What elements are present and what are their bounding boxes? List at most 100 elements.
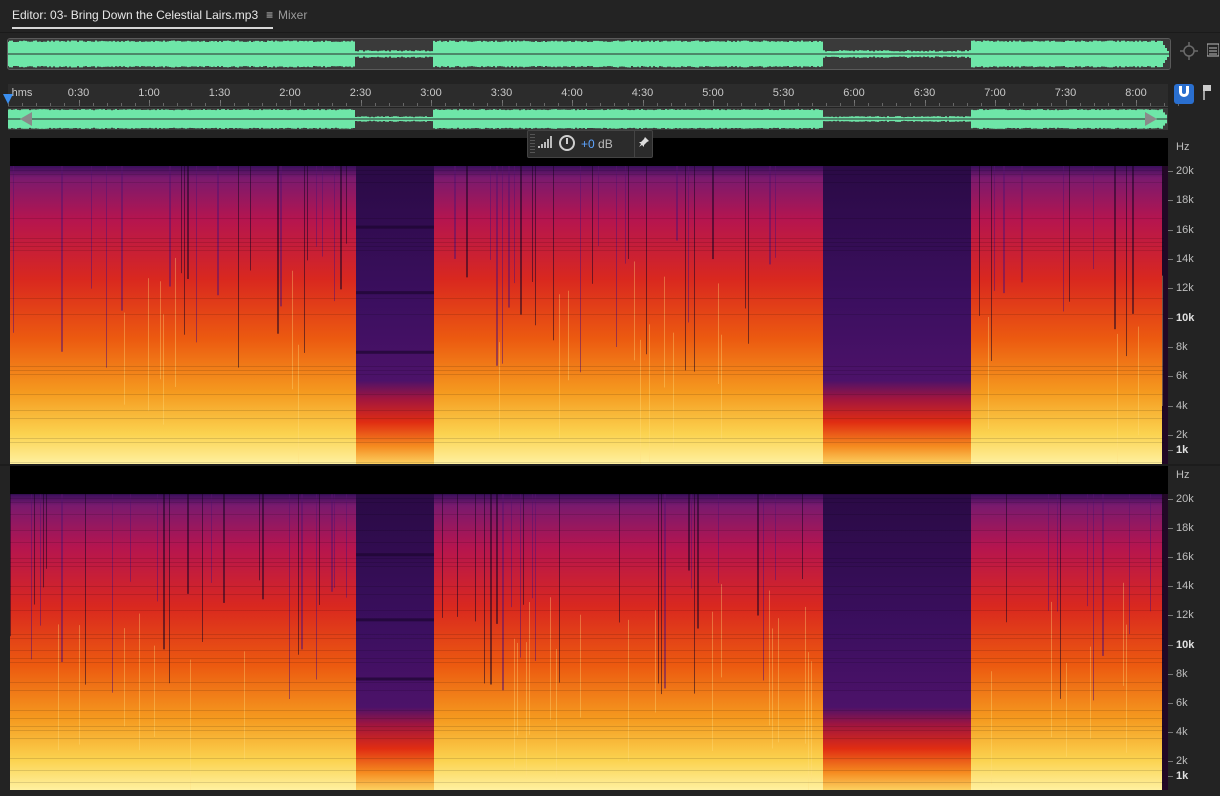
time-minor-tick: [642, 103, 644, 106]
time-minor-tick: [106, 103, 108, 106]
pin-icon[interactable]: [634, 131, 653, 157]
time-minor-tick: [713, 103, 714, 106]
spectrogram-streak: [196, 166, 197, 343]
tab-mixer[interactable]: Mixer: [278, 8, 307, 22]
overview-waveform[interactable]: [7, 38, 1171, 70]
spectrogram-highlight: [991, 671, 992, 784]
spectrogram-noise-line: [10, 634, 1164, 635]
spectrogram-streak: [85, 494, 86, 685]
time-tick-label: 1:00: [138, 87, 160, 99]
panel-menu-icon[interactable]: ≡: [266, 8, 273, 22]
time-tick-label: 7:00: [984, 87, 1006, 99]
spectrogram-streak: [502, 166, 503, 364]
frequency-tick-label: 18k: [1176, 522, 1194, 535]
time-minor-tick: [515, 103, 517, 106]
frequency-tick: [1168, 171, 1173, 172]
spectrogram-noise-line: [10, 442, 1164, 443]
time-minor-tick: [543, 103, 545, 106]
time-minor-tick: [727, 103, 729, 106]
time-minor-tick: [910, 103, 912, 106]
frequency-tick: [1168, 288, 1173, 290]
time-tick-label: 8:00: [1125, 87, 1147, 99]
spectrogram-noise-line: [10, 366, 1164, 367]
spectrogram-streak: [211, 494, 212, 583]
gain-knob-icon[interactable]: [559, 135, 575, 151]
spectrogram-streak: [580, 166, 581, 373]
frequency-tick: [1168, 499, 1173, 500]
spectrogram-noise-line: [10, 370, 1164, 371]
zoom-left-handle[interactable]: [20, 112, 32, 126]
frequency-unit-label: Hz: [1176, 141, 1190, 153]
spectrogram-streak: [277, 166, 279, 334]
spectrogram-channel-right[interactable]: [10, 466, 1168, 790]
spectrogram-streak: [13, 166, 14, 333]
time-minor-tick: [402, 103, 404, 106]
frequency-tick-label: 12k: [1176, 609, 1194, 622]
spectrogram-streak: [10, 494, 11, 637]
gain-unit: dB: [594, 137, 613, 151]
target-icon[interactable]: [1178, 42, 1200, 64]
gain-hud[interactable]: +0 dB: [527, 130, 653, 158]
spectrogram-highlight: [163, 314, 164, 425]
spectrogram-streak: [61, 494, 63, 663]
frequency-tick: [1168, 450, 1173, 451]
spectrogram-highlight: [778, 618, 779, 743]
time-minor-tick: [473, 103, 475, 106]
time-minor-tick: [684, 103, 686, 106]
spectrogram-artifact-line: [356, 291, 434, 295]
spectrogram-highlight: [244, 651, 245, 760]
spectrogram-streak: [559, 494, 560, 683]
navigator-waveform-graphic: [8, 108, 1168, 130]
spectrogram-highlight: [499, 342, 500, 440]
frequency-tick: [1168, 200, 1173, 202]
spectrogram-artifact-line: [356, 350, 434, 354]
zoom-right-handle[interactable]: [1145, 112, 1157, 126]
time-minor-tick: [938, 103, 940, 106]
time-minor-tick: [388, 103, 390, 106]
time-ruler[interactable]: hms 0:30 1:00 1:30 2:00 2:30 3:00 3:30 4:00 4:30…: [8, 84, 1180, 107]
zoom-navigator[interactable]: [8, 108, 1168, 130]
frequency-axis-left: Hz 20k 18k 16k 14k 12k 10k 8k 6k 4k 2k 1k: [1168, 138, 1220, 464]
gain-readout[interactable]: +0 dB: [581, 137, 613, 151]
spectrogram-noise-line: [10, 726, 1164, 727]
spectrogram-streak: [1114, 166, 1116, 330]
spectrogram-streak: [991, 166, 992, 361]
time-minor-tick: [924, 103, 926, 106]
spectrogram-streak: [532, 166, 533, 282]
spectrogram-channel-left[interactable]: [10, 138, 1168, 464]
spectrogram-noise-line: [10, 770, 1164, 771]
spectrogram-streak: [46, 494, 47, 569]
time-minor-tick: [22, 103, 24, 106]
time-tick-label: 6:00: [843, 87, 865, 99]
playhead-marker[interactable]: [3, 94, 13, 104]
time-minor-tick: [191, 103, 193, 106]
hud-drag-grip[interactable]: [530, 134, 535, 154]
marker-pin-icon[interactable]: [1199, 84, 1215, 104]
spectrogram-streak: [1060, 494, 1061, 699]
time-minor-tick: [1164, 103, 1166, 106]
snap-magnet-icon[interactable]: [1174, 84, 1194, 104]
time-minor-tick: [698, 103, 700, 106]
time-minor-tick: [1121, 103, 1123, 106]
spectrogram-streak: [688, 494, 690, 571]
frequency-tick: [1168, 557, 1173, 559]
frequency-tick-label: 1k: [1176, 770, 1189, 782]
spectrogram-streak: [289, 494, 290, 700]
time-minor-tick: [318, 103, 320, 106]
spectrogram-streak: [106, 166, 107, 368]
spectrogram-noise-line: [10, 418, 1164, 419]
time-minor-tick: [572, 103, 573, 106]
spectrogram-streak: [1132, 166, 1134, 314]
frequency-tick-label: 2k: [1176, 755, 1188, 767]
spectrogram-highlight: [1162, 275, 1163, 406]
spectrogram-streak: [304, 166, 305, 353]
spectrogram-noise-line: [10, 238, 1164, 239]
time-minor-tick: [92, 103, 94, 106]
spectrogram-highlight: [154, 645, 155, 737]
spectrogram-streak: [1021, 166, 1023, 283]
list-view-icon[interactable]: [1206, 42, 1220, 64]
time-minor-tick: [1065, 103, 1067, 106]
time-minor-tick: [445, 103, 447, 106]
tab-editor[interactable]: Editor: 03- Bring Down the Celestial Lai…: [12, 8, 274, 29]
time-tick-label: 5:30: [772, 87, 795, 99]
